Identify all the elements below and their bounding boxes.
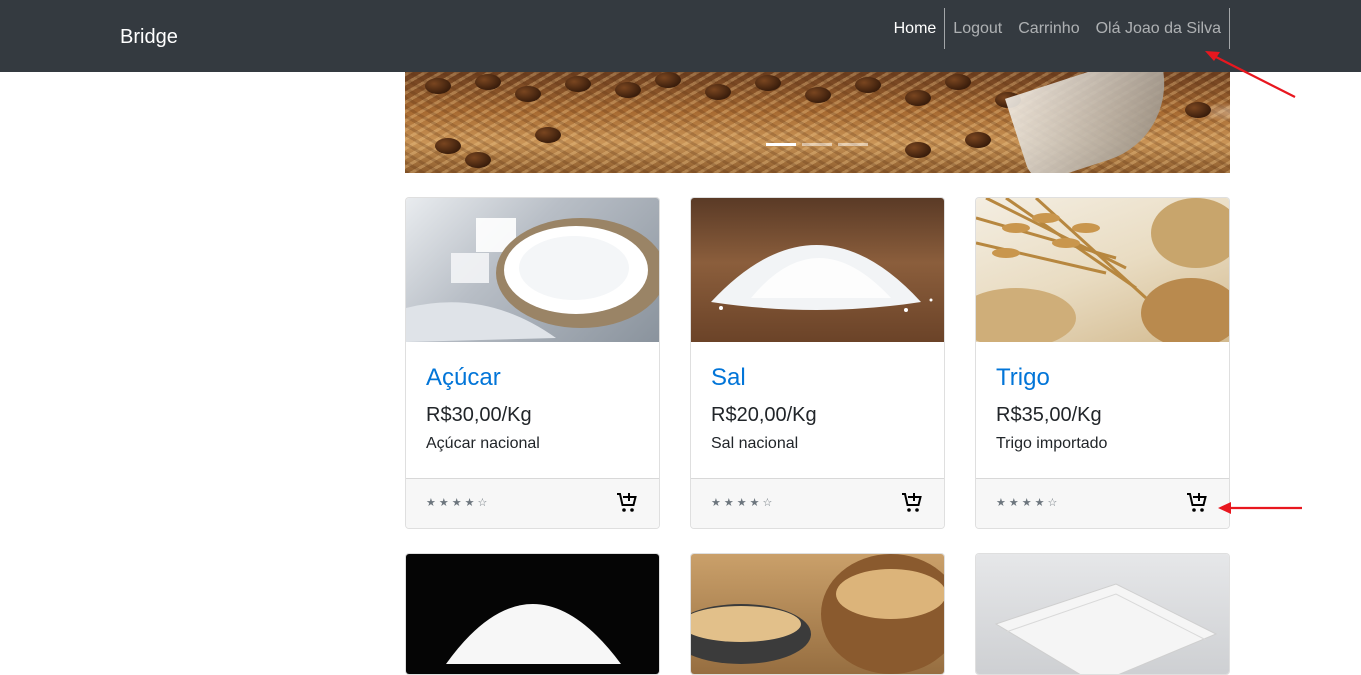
coffee-bean [565, 76, 591, 92]
flour-image [406, 554, 659, 674]
coffee-bean [655, 72, 681, 88]
carousel-indicator-1[interactable] [766, 143, 796, 146]
product-price: R$20,00/Kg [711, 404, 817, 426]
scoop-image [1005, 72, 1185, 173]
nav-home[interactable]: Home [886, 8, 945, 49]
carousel-indicators [766, 143, 868, 146]
product-description: Sal nacional [711, 435, 799, 452]
carousel-indicator-2[interactable] [802, 143, 832, 146]
rating-stars: ★★★★☆ [996, 497, 1061, 509]
coffee-bean [1185, 102, 1211, 118]
coffee-bean [965, 132, 991, 148]
product-card [690, 553, 945, 675]
card-body: Sal R$20,00/Kg Sal nacional [711, 364, 924, 454]
coffee-bean [905, 90, 931, 106]
card-body: Açúcar R$30,00/Kg Açúcar nacional [426, 364, 639, 454]
coffee-bean [615, 82, 641, 98]
coffee-bean [945, 74, 971, 90]
coffee-bean [515, 86, 541, 102]
product-card [405, 553, 660, 675]
card-body: Trigo R$35,00/Kg Trigo importado [996, 364, 1209, 454]
product-description: Trigo importado [996, 435, 1108, 452]
coffee-bean [475, 74, 501, 90]
brand-logo[interactable]: Bridge [120, 25, 178, 49]
product-title[interactable]: Trigo [996, 364, 1209, 392]
coffee-bean [425, 78, 451, 94]
product-title[interactable]: Sal [711, 364, 924, 392]
salt-image [691, 198, 944, 342]
wheat-image [976, 198, 1229, 342]
coffee-bean [535, 127, 561, 143]
coffee-bean [435, 138, 461, 154]
banner-carousel[interactable] [405, 72, 1230, 173]
product-card: Açúcar R$30,00/Kg Açúcar nacional ★★★★☆ [405, 197, 660, 529]
carousel-indicator-3[interactable] [838, 143, 868, 146]
add-to-cart-icon[interactable] [1185, 491, 1209, 515]
rating-stars: ★★★★☆ [426, 497, 491, 509]
nav-menu: Home Logout Carrinho Olá Joao da Silva [886, 8, 1230, 49]
product-price: R$35,00/Kg [996, 404, 1102, 426]
add-to-cart-icon[interactable] [615, 491, 639, 515]
coffee-bean [755, 75, 781, 91]
coffee-bean [465, 152, 491, 168]
add-to-cart-icon[interactable] [900, 491, 924, 515]
nav-user-greeting[interactable]: Olá Joao da Silva [1088, 8, 1230, 49]
card-footer: ★★★★☆ [691, 478, 944, 528]
coffee-bean [705, 84, 731, 100]
coffee-bean [805, 87, 831, 103]
product-card: Trigo R$35,00/Kg Trigo importado ★★★★☆ [975, 197, 1230, 529]
sugar-image [406, 198, 659, 342]
paper-image [976, 554, 1229, 674]
nav-logout[interactable]: Logout [944, 8, 1010, 49]
card-footer: ★★★★☆ [406, 478, 659, 528]
coffee-bean [905, 142, 931, 158]
product-description: Açúcar nacional [426, 435, 540, 452]
rating-stars: ★★★★☆ [711, 497, 776, 509]
soybean-image [691, 554, 944, 674]
nav-carrinho[interactable]: Carrinho [1010, 8, 1087, 49]
product-card: Sal R$20,00/Kg Sal nacional ★★★★☆ [690, 197, 945, 529]
product-card [975, 553, 1230, 675]
card-footer: ★★★★☆ [976, 478, 1229, 528]
navbar: Bridge Home Logout Carrinho Olá Joao da … [0, 0, 1361, 72]
product-price: R$30,00/Kg [426, 404, 532, 426]
coffee-bean [855, 77, 881, 93]
product-title[interactable]: Açúcar [426, 364, 639, 392]
